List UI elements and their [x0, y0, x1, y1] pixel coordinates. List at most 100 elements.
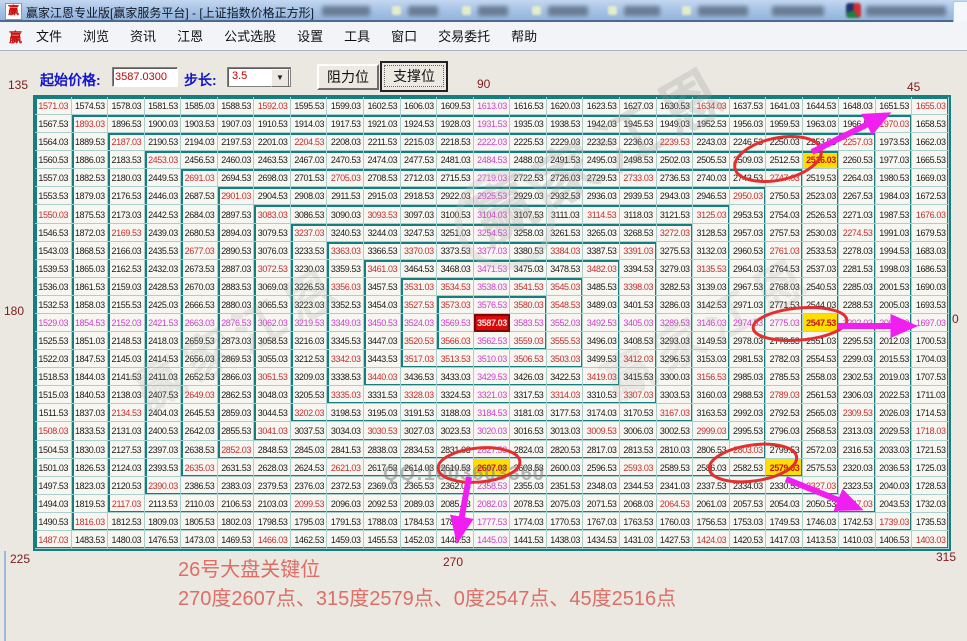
gann-cell: 2467.03 — [291, 151, 328, 169]
gann-cell: 2670.03 — [181, 278, 218, 296]
gann-cell: 2680.53 — [181, 224, 218, 242]
gann-cell: 2274.53 — [839, 224, 876, 242]
gann-cell: 2285.03 — [839, 278, 876, 296]
gann-cell: 2246.53 — [730, 133, 767, 151]
gann-cell: 2572.03 — [803, 441, 840, 459]
gann-cell: 2120.53 — [108, 477, 145, 495]
gann-cell: 2495.03 — [583, 151, 620, 169]
gann-cell: 2582.53 — [730, 459, 767, 477]
gann-cell: 1732.03 — [912, 495, 949, 513]
menu-item-6[interactable]: 设置 — [297, 29, 323, 44]
gann-cell: 3009.53 — [583, 422, 620, 440]
gann-cell: 2376.03 — [291, 477, 328, 495]
gann-cell: 1410.03 — [839, 531, 876, 549]
menu-item-9[interactable]: 交易委托 — [438, 29, 490, 44]
menu-item-1[interactable]: 文件 — [36, 29, 62, 44]
gann-cell: 2967.53 — [730, 278, 767, 296]
gann-cell: 3394.53 — [620, 260, 657, 278]
gann-cell: 3254.53 — [474, 224, 511, 242]
gann-cell: 1931.53 — [474, 115, 511, 133]
gann-cell: 1620.03 — [547, 97, 584, 115]
gann-cell: 1707.53 — [912, 368, 949, 386]
gann-cell: 1872.03 — [72, 224, 109, 242]
gann-cell: 3188.03 — [437, 404, 474, 422]
gann-key-cell: 2547.53 — [803, 314, 840, 332]
menu-item-4[interactable]: 江恩 — [177, 29, 203, 44]
gann-cell: 2715.53 — [437, 169, 474, 187]
gann-cell: 2568.53 — [803, 422, 840, 440]
gann-cell: 2197.53 — [218, 133, 255, 151]
gann-cell: 2117.03 — [108, 495, 145, 513]
gann-cell: 1854.53 — [72, 314, 109, 332]
chevron-down-icon[interactable]: ▼ — [271, 69, 289, 87]
gann-cell: 2922.03 — [437, 187, 474, 205]
gann-cell: 1406.53 — [876, 531, 913, 549]
gann-cell: 2855.53 — [218, 422, 255, 440]
gann-cell: 2596.53 — [583, 459, 620, 477]
gann-cell: 3020.03 — [474, 422, 511, 440]
gann-cell: 2131.03 — [108, 422, 145, 440]
gann-cell: 1539.53 — [35, 260, 72, 278]
menu-item-10[interactable]: 帮助 — [511, 29, 537, 44]
gann-cell: 3489.03 — [583, 296, 620, 314]
gann-cell: 1592.03 — [254, 97, 291, 115]
menu-item-5[interactable]: 公式选股 — [224, 29, 276, 44]
gann-cell: 2918.53 — [401, 187, 438, 205]
gann-cell: 2859.03 — [218, 404, 255, 422]
gann-cell: 2701.53 — [291, 169, 328, 187]
gann-cell: 1686.53 — [912, 260, 949, 278]
gann-cell: 2666.53 — [181, 296, 218, 314]
gann-cell: 3482.03 — [583, 260, 620, 278]
gann-cell: 2089.03 — [401, 495, 438, 513]
gann-cell: 3370.03 — [401, 242, 438, 260]
gann-cell: 2043.53 — [876, 495, 913, 513]
gann-cell: 3422.53 — [547, 368, 584, 386]
gann-cell: 1455.53 — [364, 531, 401, 549]
gann-cell: 3237.03 — [291, 224, 328, 242]
gann-cell: 3097.03 — [401, 205, 438, 223]
support-button[interactable]: 支撑位 — [381, 62, 447, 91]
gann-cell: 2071.53 — [583, 495, 620, 513]
gann-cell: 1630.53 — [657, 97, 694, 115]
gann-cell: 3044.53 — [254, 404, 291, 422]
gann-cell: 1949.03 — [657, 115, 694, 133]
gann-cell: 1798.53 — [254, 513, 291, 531]
gann-cell: 3174.03 — [583, 404, 620, 422]
gann-cell: 3461.03 — [364, 260, 401, 278]
gann-cell: 2656.03 — [181, 350, 218, 368]
gann-cell: 2239.53 — [657, 133, 694, 151]
gann-cell: 1812.53 — [108, 513, 145, 531]
gann-cell: 2600.03 — [547, 459, 584, 477]
gann-cell: 3499.53 — [583, 350, 620, 368]
blurred-titlebar-item — [408, 6, 438, 16]
gann-cell: 2887.03 — [218, 260, 255, 278]
gann-cell: 2001.53 — [876, 278, 913, 296]
gann-cell: 2463.53 — [254, 151, 291, 169]
gann-cell: 2064.53 — [657, 495, 694, 513]
menu-item-2[interactable]: 浏览 — [83, 29, 109, 44]
gann-cell: 3513.53 — [437, 350, 474, 368]
gann-cell: 2992.03 — [730, 404, 767, 422]
resistance-button[interactable]: 阻力位 — [317, 64, 379, 90]
step-dropdown[interactable]: 3.5 ▼ — [227, 67, 291, 87]
blurred-favicon — [532, 6, 541, 15]
gann-cell: 2176.53 — [108, 187, 145, 205]
gann-cell: 1571.03 — [35, 97, 72, 115]
gann-cell: 1413.53 — [803, 531, 840, 549]
menu-item-8[interactable]: 窗口 — [391, 29, 417, 44]
gann-cell: 2127.53 — [108, 441, 145, 459]
gann-cell: 2866.03 — [218, 368, 255, 386]
gann-cell: 2911.53 — [327, 187, 364, 205]
gann-cell: 3153.03 — [693, 350, 730, 368]
start-price-input[interactable] — [112, 67, 178, 87]
blurred-favicon — [392, 6, 401, 15]
gann-cell: 1578.03 — [108, 97, 145, 115]
gann-cell: 2138.03 — [108, 386, 145, 404]
blurred-titlebar-item — [548, 6, 588, 16]
gann-cell: 1959.53 — [766, 115, 803, 133]
step-dropdown-value: 3.5 — [232, 70, 247, 82]
gann-cell: 2901.03 — [218, 187, 255, 205]
menu-item-7[interactable]: 工具 — [344, 29, 370, 44]
menu-item-3[interactable]: 资讯 — [130, 29, 156, 44]
gann-cell: 2253.53 — [803, 133, 840, 151]
